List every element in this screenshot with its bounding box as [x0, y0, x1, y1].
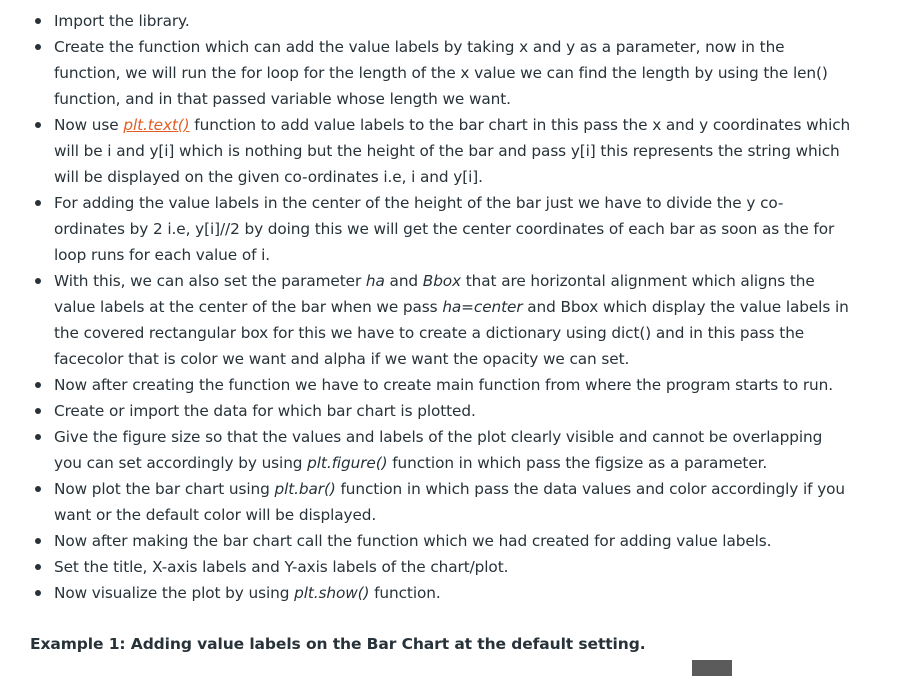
step-text: Now plot the bar chart using: [54, 480, 275, 498]
step-text: Set the title, X-axis labels and Y-axis …: [54, 558, 509, 576]
list-item: With this, we can also set the parameter…: [35, 268, 854, 372]
list-item: Now use plt.text() function to add value…: [35, 112, 854, 190]
step-text: For adding the value labels in the cente…: [54, 194, 835, 264]
steps-list: Import the library. Create the function …: [35, 8, 854, 606]
list-item: Now plot the bar chart using plt.bar() f…: [35, 476, 854, 528]
step-text: With this, we can also set the parameter: [54, 272, 366, 290]
list-item: For adding the value labels in the cente…: [35, 190, 854, 268]
example-heading: Example 1: Adding value labels on the Ba…: [30, 635, 646, 653]
step-text: Now visualize the plot by using: [54, 584, 295, 602]
list-item: Set the title, X-axis labels and Y-axis …: [35, 554, 854, 580]
plt-show-code: plt.show(): [294, 584, 370, 602]
step-text: Now after creating the function we have …: [54, 376, 834, 394]
plt-text-link[interactable]: plt.text(): [123, 116, 189, 134]
plt-bar-code: plt.bar(): [274, 480, 336, 498]
step-text: Create or import the data for which bar …: [54, 402, 476, 420]
plt-figure-code: plt.figure(): [307, 454, 388, 472]
step-text: Import the library.: [54, 12, 190, 30]
list-item: Now after making the bar chart call the …: [35, 528, 854, 554]
step-text: and: [384, 272, 423, 290]
ha-param: ha: [365, 272, 385, 290]
step-text: Now after making the bar chart call the …: [54, 532, 772, 550]
bbox-param: Bbox: [422, 272, 462, 290]
list-item: Import the library.: [35, 8, 854, 34]
list-item: Now after creating the function we have …: [35, 372, 854, 398]
code-block-edge: [692, 660, 732, 676]
list-item: Give the figure size so that the values …: [35, 424, 854, 476]
step-text: Now use: [54, 116, 124, 134]
list-item: Now visualize the plot by using plt.show…: [35, 580, 854, 606]
list-item: Create the function which can add the va…: [35, 34, 854, 112]
step-text: Create the function which can add the va…: [54, 38, 828, 108]
ha-center-param: ha=center: [442, 298, 523, 316]
list-item: Create or import the data for which bar …: [35, 398, 854, 424]
step-text: function.: [369, 584, 441, 602]
step-text: function in which pass the figsize as a …: [387, 454, 768, 472]
